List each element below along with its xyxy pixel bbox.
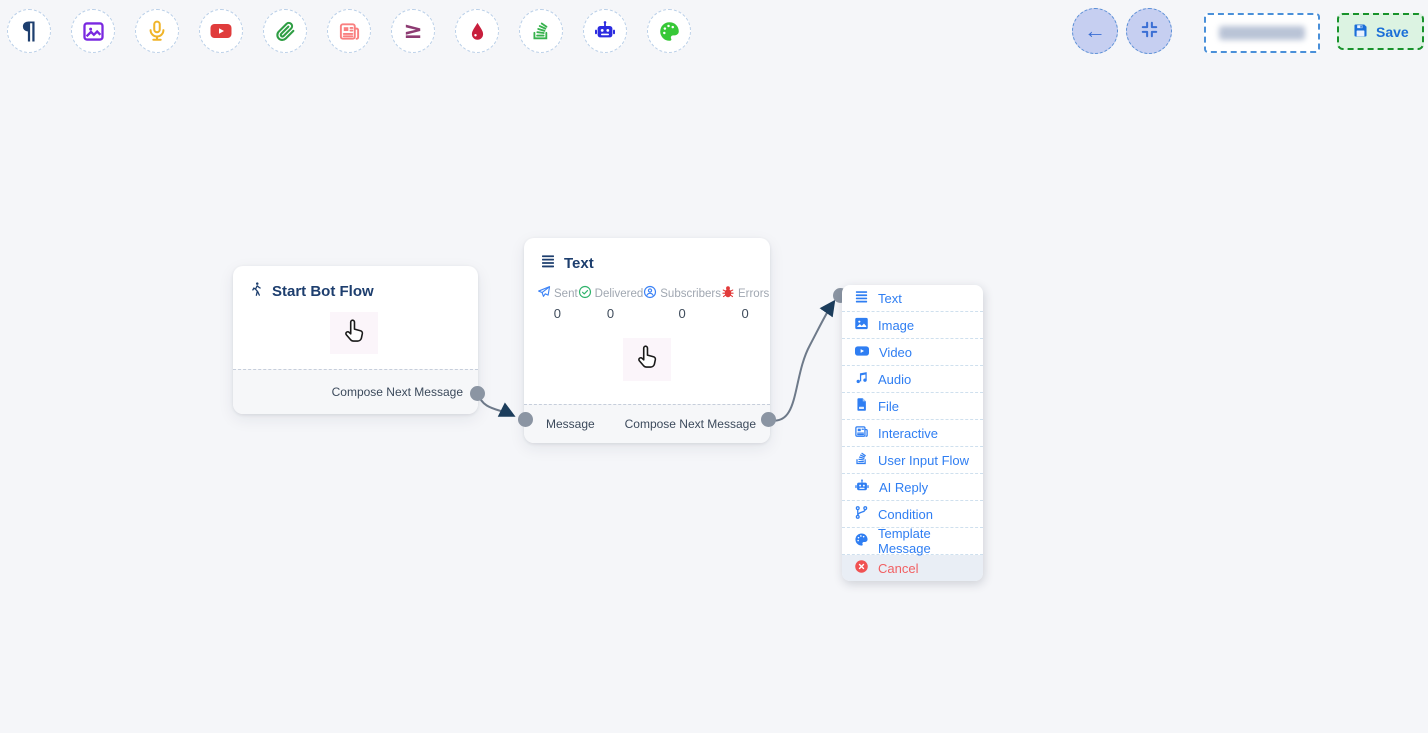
edge-text-to-menu [769,303,833,421]
stat-value: 0 [742,306,749,321]
menu-item-video[interactable]: Video [842,339,983,366]
element-toolbar: ¶ ≥ [7,9,691,53]
toolbar-audio-button[interactable] [135,9,179,53]
redacted-flow-name [1219,26,1305,40]
node-title: Text [564,255,594,272]
stat-value: 0 [554,306,561,321]
menu-item-user-input-flow[interactable]: User Input Flow [842,447,983,474]
video-icon [854,343,870,362]
bug-icon [721,285,735,302]
compress-icon [1140,20,1159,42]
file-icon [854,397,869,415]
toolbar-video-button[interactable] [199,9,243,53]
stat-sent: Sent 0 [537,285,578,321]
palette-icon [658,20,681,43]
connector-text-input[interactable] [518,412,533,427]
save-button[interactable]: Save [1337,13,1424,50]
menu-item-image[interactable]: Image [842,312,983,339]
toolbar-template-message-button[interactable] [647,9,691,53]
input-label: Message [546,417,595,431]
toolbar-user-input-flow-button[interactable] [519,9,563,53]
text-lines-icon [540,253,556,273]
stat-errors: Errors 0 [721,285,769,321]
blood-drop-icon [467,21,488,42]
menu-item-audio[interactable]: Audio [842,366,983,393]
node-title: Start Bot Flow [272,283,374,300]
node-footer: Message Compose Next Message [524,404,770,443]
stat-subscribers: Subscribers 0 [643,285,721,321]
node-drag-handle[interactable] [623,338,671,381]
toolbar-condition-button[interactable]: ≥ [391,9,435,53]
paper-plane-icon [537,285,551,302]
toolbar-image-button[interactable] [71,9,115,53]
back-button[interactable]: ← [1072,8,1118,54]
fit-view-button[interactable] [1126,8,1172,54]
hand-pointer-icon [339,315,369,352]
node-header: Start Bot Flow [233,266,478,302]
stat-value: 0 [678,306,685,321]
node-stats: Sent 0 Delivered 0 Subscribers [524,285,770,321]
toolbar-ai-reply-button[interactable] [583,9,627,53]
menu-item-cancel[interactable]: Cancel [842,555,983,581]
connector-start-output[interactable] [470,386,485,401]
save-label: Save [1376,24,1409,40]
stack-icon [854,451,869,469]
palette-icon [854,532,869,550]
stat-delivered: Delivered 0 [578,285,644,321]
toolbar-file-button[interactable] [263,9,307,53]
robot-icon [593,19,617,43]
robot-icon [854,478,870,497]
image-icon [82,20,105,43]
menu-item-file[interactable]: File [842,393,983,420]
music-note-icon [854,370,869,388]
node-drag-handle[interactable] [330,312,378,354]
start-bot-flow-node[interactable]: Start Bot Flow Compose Next Message [233,266,478,414]
text-lines-icon [854,289,869,307]
microphone-icon [146,20,168,42]
flow-canvas[interactable]: ¶ ≥ [0,0,1428,733]
output-label: Compose Next Message [625,417,756,431]
toolbar-drip-button[interactable] [455,9,499,53]
toolbar-text-button[interactable]: ¶ [7,9,51,53]
menu-item-interactive[interactable]: Interactive [842,420,983,447]
cancel-icon [854,559,869,577]
video-icon [209,19,233,43]
walking-person-icon [249,281,264,302]
pilcrow-icon: ¶ [21,19,36,43]
menu-item-text[interactable]: Text [842,285,983,312]
stack-icon [530,20,552,42]
node-header: Text [524,238,770,273]
menu-item-template-message[interactable]: Template Message [842,528,983,555]
node-footer: Compose Next Message [233,369,478,414]
arrow-left-icon: ← [1084,18,1106,44]
connector-text-output[interactable] [761,412,776,427]
newspaper-icon [854,424,869,442]
greater-equal-icon: ≥ [403,20,422,43]
paperclip-icon [274,20,297,43]
add-node-menu: Text Image Video Audio File Interactive … [842,285,983,581]
flow-name-input[interactable] [1204,13,1320,53]
menu-item-ai-reply[interactable]: AI Reply [842,474,983,501]
menu-item-condition[interactable]: Condition [842,501,983,528]
newspaper-icon [338,20,361,43]
floppy-icon [1352,22,1369,42]
hand-pointer-icon [632,341,662,378]
toolbar-interactive-button[interactable] [327,9,371,53]
output-label: Compose Next Message [332,385,463,399]
subscriber-icon [643,285,657,302]
branch-icon [854,505,869,523]
stat-value: 0 [607,306,614,321]
text-node[interactable]: Text Sent 0 Delivered 0 [524,238,770,443]
check-circle-icon [578,285,592,302]
image-icon [854,316,869,334]
